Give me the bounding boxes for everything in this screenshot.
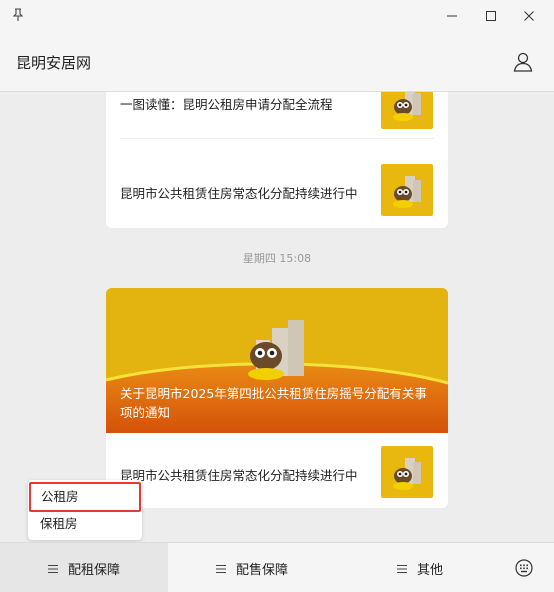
menu-tab-rental[interactable]: 配租保障 xyxy=(0,543,168,592)
menu-tab-other[interactable]: 其他 xyxy=(336,543,504,592)
menu-tab-label: 配售保障 xyxy=(235,562,288,578)
minimize-icon[interactable] xyxy=(442,6,462,26)
article-thumbnail xyxy=(381,446,433,498)
menu-icon xyxy=(47,563,58,574)
pin-icon[interactable] xyxy=(10,7,26,23)
article-title: 一图读懂：昆明公租房申请分配全流程 xyxy=(120,97,333,112)
article-card: 关于昆明市2025年第四批公共租赁住房摇号分配有关事项的通知 昆明市公共租赁住房… xyxy=(106,288,448,508)
article-item[interactable]: 昆明市公共租赁住房常态化分配持续进行中 xyxy=(106,156,448,226)
menu-tab-label: 配租保障 xyxy=(67,562,120,578)
account-title: 昆明安居网 xyxy=(16,54,92,72)
menu-icon xyxy=(215,563,226,574)
keyboard-icon[interactable] xyxy=(514,558,534,578)
bottom-menu: 配租保障 配售保障 其他 xyxy=(0,542,554,592)
maximize-icon[interactable] xyxy=(481,6,501,26)
article-title: 昆明市公共租赁住房常态化分配持续进行中 xyxy=(120,186,358,201)
divider xyxy=(120,138,434,139)
article-thumbnail xyxy=(381,164,433,216)
article-item[interactable]: 一图读懂：昆明公租房申请分配全流程 xyxy=(106,92,448,148)
banner-title: 关于昆明市2025年第四批公共租赁住房摇号分配有关事项的通知 xyxy=(120,386,427,420)
submenu-item-affordable-rental[interactable]: 保租房 xyxy=(28,510,142,538)
close-icon[interactable] xyxy=(519,6,539,26)
user-icon[interactable] xyxy=(512,51,534,73)
article-card: 一图读懂：昆明公租房申请分配全流程 昆明市公共租赁住房常态化分配持续进行中 xyxy=(106,92,448,228)
article-thumbnail xyxy=(381,92,433,129)
title-bar xyxy=(0,0,554,32)
article-item[interactable]: 昆明市公共租赁住房常态化分配持续进行中 xyxy=(106,438,448,508)
chat-header: 昆明安居网 xyxy=(0,32,554,92)
article-title: 昆明市公共租赁住房常态化分配持续进行中 xyxy=(120,468,358,483)
article-banner[interactable]: 关于昆明市2025年第四批公共租赁住房摇号分配有关事项的通知 xyxy=(106,288,448,433)
submenu-popup: 公租房 保租房 xyxy=(28,480,142,540)
message-area: 一图读懂：昆明公租房申请分配全流程 昆明市公共租赁住房常态化分配持续进行中 星期… xyxy=(0,92,554,542)
menu-tab-sale[interactable]: 配售保障 xyxy=(168,543,336,592)
menu-icon xyxy=(396,563,407,574)
submenu-item-public-rental[interactable]: 公租房 xyxy=(29,482,141,512)
menu-tab-label: 其他 xyxy=(416,562,443,578)
message-timestamp: 星期四 15:08 xyxy=(242,252,312,265)
